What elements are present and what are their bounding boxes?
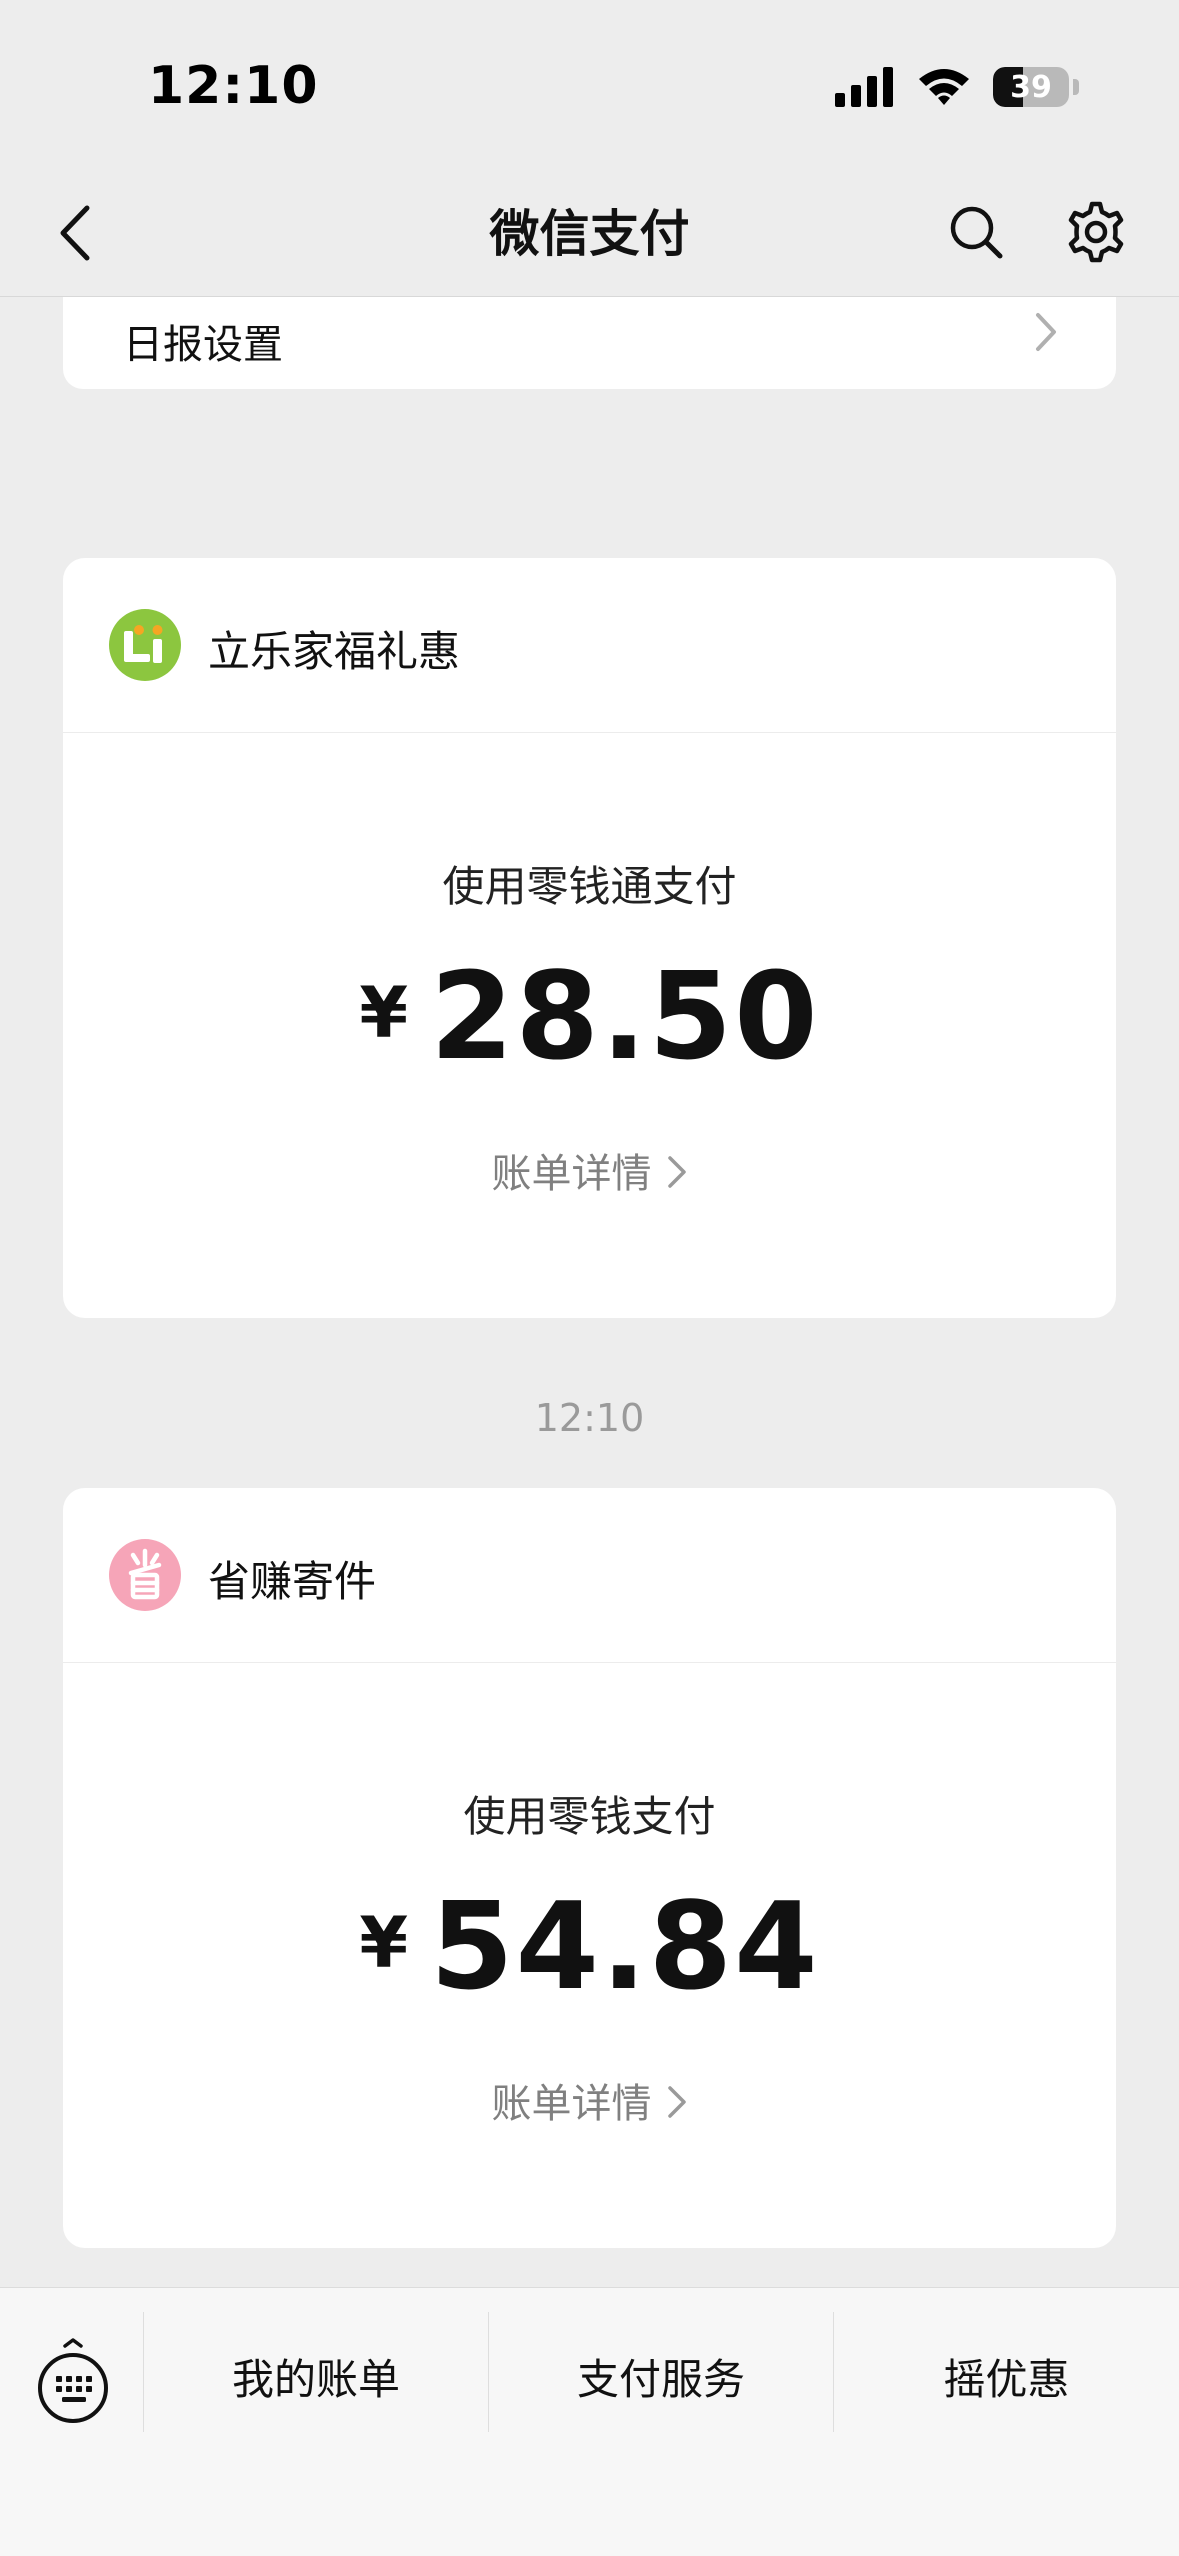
lexiaojia-logo-icon: [109, 609, 181, 681]
bill-detail-link[interactable]: 账单详情: [63, 1141, 1116, 1199]
chevron-right-icon: [1036, 313, 1056, 351]
status-bar: 12:10 39: [0, 0, 1179, 170]
payment-method: 使用零钱支付: [463, 1792, 716, 1841]
menu-item-my-bills[interactable]: 我的账单: [144, 2326, 488, 2426]
settings-button[interactable]: [1058, 194, 1134, 270]
bill-detail-link[interactable]: 账单详情: [63, 2071, 1116, 2129]
card-header: 立乐家福礼惠: [63, 558, 1116, 733]
payment-card[interactable]: 立乐家福礼惠 使用零钱通支付 ¥ 28.50 账单详情: [63, 558, 1116, 1318]
message-timestamp: 12:10: [534, 1396, 645, 1440]
daily-report-settings-row[interactable]: 日报设置: [63, 297, 1116, 389]
payment-amount: 54.84: [430, 1878, 820, 2017]
payment-method: 使用零钱通支付: [442, 862, 737, 911]
search-icon: [950, 206, 1003, 259]
nav-bar: 微信支付: [0, 170, 1179, 297]
merchant-name: 立乐家福礼惠: [208, 627, 461, 676]
keyboard-icon: [38, 2338, 108, 2423]
wechat-pay-screen: 12:10 39 微信支付 日报设置 立乐家福礼惠 使用零钱通支付 ¥ 28.5…: [0, 0, 1179, 2556]
gear-icon: [1068, 201, 1124, 263]
currency-symbol: ¥: [359, 1902, 409, 1984]
merchant-name: 省赚寄件: [208, 1557, 377, 1606]
payment-card[interactable]: 省赚寄件 使用零钱支付 ¥ 54.84 账单详情: [63, 1488, 1116, 2248]
battery-icon: 39: [993, 67, 1069, 107]
battery-level: 39: [1010, 69, 1052, 105]
bill-detail-label: 账单详情: [491, 2081, 652, 2127]
shengzhuan-logo-icon: [109, 1539, 181, 1611]
cellular-signal-icon: [835, 67, 893, 107]
message-list[interactable]: 日报设置 立乐家福礼惠 使用零钱通支付 ¥ 28.50 账单详情 12:10 省…: [0, 297, 1179, 2287]
search-button[interactable]: [940, 196, 1012, 268]
menu-item-shake-deals[interactable]: 摇优惠: [834, 2326, 1179, 2426]
battery-cap: [1073, 79, 1079, 95]
bottom-menu-bar: 我的账单 支付服务 摇优惠: [0, 2287, 1179, 2556]
amount-row: ¥ 28.50: [63, 958, 1116, 1078]
menu-item-payment-services[interactable]: 支付服务: [489, 2326, 833, 2426]
wifi-icon: [919, 69, 969, 105]
keyboard-toggle-button[interactable]: [28, 2328, 118, 2438]
status-time: 12:10: [148, 56, 319, 116]
daily-report-settings-label: 日报设置: [123, 322, 283, 368]
bill-detail-label: 账单详情: [491, 1151, 652, 1197]
card-header: 省赚寄件: [63, 1488, 1116, 1663]
payment-amount: 28.50: [430, 948, 820, 1087]
chevron-right-icon: [667, 1156, 686, 1188]
amount-row: ¥ 54.84: [63, 1888, 1116, 2008]
currency-symbol: ¥: [359, 972, 409, 1054]
status-icons: 39: [835, 62, 1079, 112]
chevron-right-icon: [667, 2086, 686, 2118]
